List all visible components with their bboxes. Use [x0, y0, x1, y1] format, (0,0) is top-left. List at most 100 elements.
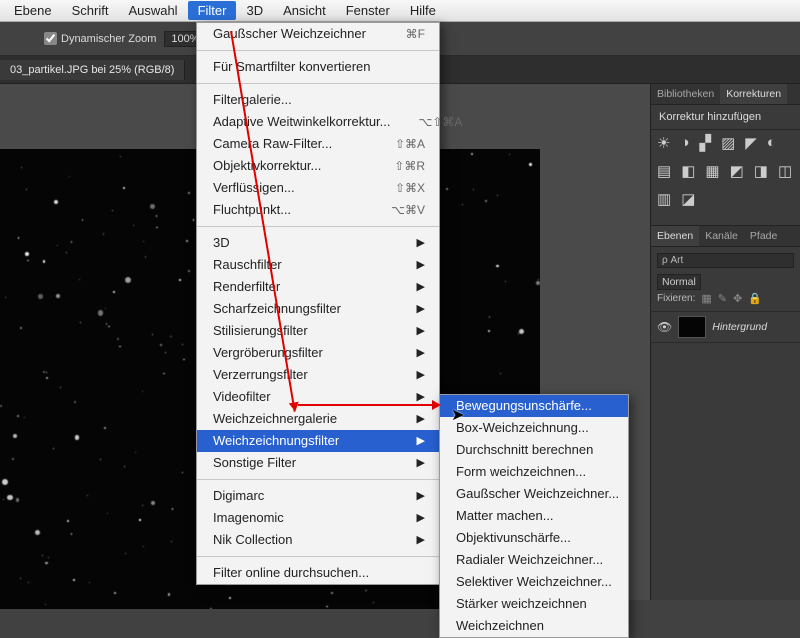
particle-dot: [133, 225, 134, 226]
adjustment-icon[interactable]: ◧: [681, 162, 695, 180]
menu-ansicht[interactable]: Ansicht: [273, 1, 336, 20]
particle-dot: [331, 592, 333, 594]
adjustment-icon[interactable]: ☀: [657, 134, 670, 152]
particle-dot: [188, 192, 190, 194]
blur-submenu-item[interactable]: Gaußscher Weichzeichner...: [440, 483, 628, 505]
menu-hilfe[interactable]: Hilfe: [400, 1, 446, 20]
particle-dot: [183, 359, 185, 361]
submenu-arrow-icon: ▶: [417, 432, 425, 450]
adjustment-icon[interactable]: ◪: [681, 190, 695, 208]
particle-dot: [125, 553, 126, 554]
lock-move-icon[interactable]: ✥: [733, 292, 742, 305]
tab-korrekturen[interactable]: Korrekturen: [720, 84, 787, 104]
adjustment-icon[interactable]: ▥: [657, 190, 671, 208]
filter-menu-item[interactable]: Digimarc▶: [197, 485, 439, 507]
adjustment-icon[interactable]: ▦: [705, 162, 719, 180]
particle-dot: [5, 297, 6, 298]
dynamic-zoom-label: Dynamischer Zoom: [61, 33, 156, 45]
adjustment-icon[interactable]: ▨: [721, 134, 735, 152]
filter-menu-item[interactable]: Für Smartfilter konvertieren: [197, 56, 439, 78]
menu-filter[interactable]: Filter: [188, 1, 237, 20]
menu-separator: [197, 479, 439, 480]
menu-item-label: Gaußscher Weichzeichner...: [456, 485, 619, 503]
filter-menu-item[interactable]: Verflüssigen...⇧⌘X: [197, 177, 439, 199]
particle-dot: [145, 256, 147, 258]
menu-3d[interactable]: 3D: [236, 1, 273, 20]
menu-item-label: Camera Raw-Filter...: [213, 135, 332, 153]
menu-item-label: Sonstige Filter: [213, 454, 296, 472]
lock-pixels-icon[interactable]: ▦: [701, 292, 711, 305]
adjustment-icon[interactable]: ◨: [754, 162, 768, 180]
particle-dot: [28, 582, 30, 584]
adjustment-icon[interactable]: ▞: [700, 134, 712, 152]
filter-menu-item[interactable]: Filtergalerie...: [197, 89, 439, 111]
adjustment-icon[interactable]: ◐: [767, 134, 776, 152]
menu-schrift[interactable]: Schrift: [62, 1, 119, 20]
filter-menu-item[interactable]: Filter online durchsuchen...: [197, 562, 439, 584]
blur-submenu-item[interactable]: Radialer Weichzeichner...: [440, 549, 628, 571]
adjustment-icon[interactable]: ◩: [730, 162, 744, 180]
lock-all-icon[interactable]: 🔒: [748, 292, 762, 305]
particle-dot: [519, 329, 524, 334]
filter-menu-item[interactable]: Fluchtpunkt...⌥⌘V: [197, 199, 439, 221]
filter-menu-item[interactable]: Rauschfilter▶: [197, 254, 439, 276]
blur-submenu-item[interactable]: Matter machen...: [440, 505, 628, 527]
blur-submenu-item[interactable]: Box-Weichzeichnung...: [440, 417, 628, 439]
blur-submenu-item[interactable]: Weichzeichnen: [440, 615, 628, 637]
filter-menu-item[interactable]: Vergröberungsfilter▶: [197, 342, 439, 364]
filter-menu-item[interactable]: Weichzeichnergalerie▶: [197, 408, 439, 430]
adjustment-icon[interactable]: ◫: [778, 162, 792, 180]
particle-dot: [170, 336, 171, 337]
menu-auswahl[interactable]: Auswahl: [118, 1, 187, 20]
blur-submenu-item[interactable]: Objektivunschärfe...: [440, 527, 628, 549]
adjustment-icon[interactable]: ◑: [680, 134, 689, 152]
tab-pfade[interactable]: Pfade: [744, 226, 783, 246]
blur-submenu-item[interactable]: Bewegungsunschärfe...: [440, 395, 628, 417]
adjustment-icon[interactable]: ◤: [745, 134, 757, 152]
document-tab[interactable]: 03_partikel.JPG bei 25% (RGB/8): [0, 60, 185, 80]
filter-menu-item[interactable]: Camera Raw-Filter...⇧⌘A: [197, 133, 439, 155]
particle-dot: [529, 163, 531, 165]
particle-dot: [210, 608, 212, 609]
tab-kanaele[interactable]: Kanäle: [699, 226, 744, 246]
blur-submenu-item[interactable]: Form weichzeichnen...: [440, 461, 628, 483]
filter-menu-item[interactable]: Renderfilter▶: [197, 276, 439, 298]
menu-ebene[interactable]: Ebene: [4, 1, 62, 20]
filter-menu-item[interactable]: Imagenomic▶: [197, 507, 439, 529]
adjustment-icon[interactable]: ▤: [657, 162, 671, 180]
tab-bibliotheken[interactable]: Bibliotheken: [651, 84, 720, 104]
layer-name[interactable]: Hintergrund: [712, 321, 767, 333]
dynamic-zoom-input[interactable]: [44, 32, 57, 45]
blend-mode-select[interactable]: Normal: [657, 274, 701, 290]
particle-dot: [509, 154, 510, 155]
filter-menu-item[interactable]: 3D▶: [197, 232, 439, 254]
particle-dot: [488, 330, 490, 332]
filter-menu-item[interactable]: Verzerrungsfilter▶: [197, 364, 439, 386]
layer-row-background[interactable]: 👁 Hintergrund: [651, 311, 800, 343]
blur-submenu-item[interactable]: Durchschnitt berechnen: [440, 439, 628, 461]
layer-thumbnail[interactable]: [678, 316, 706, 338]
menu-fenster[interactable]: Fenster: [336, 1, 400, 20]
visibility-eye-icon[interactable]: 👁: [657, 320, 672, 334]
annotation-arrowhead-1: [289, 402, 300, 413]
menu-item-label: Form weichzeichnen...: [456, 463, 586, 481]
filter-menu-item[interactable]: Scharfzeichnungsfilter▶: [197, 298, 439, 320]
filter-menu-item[interactable]: Objektivkorrektur...⇧⌘R: [197, 155, 439, 177]
particle-dot: [142, 391, 143, 392]
dynamic-zoom-checkbox[interactable]: Dynamischer Zoom: [44, 32, 156, 45]
tab-ebenen[interactable]: Ebenen: [651, 226, 699, 246]
menu-item-shortcut: ⌥⌘V: [391, 201, 425, 219]
filter-menu-item[interactable]: Sonstige Filter▶: [197, 452, 439, 474]
blur-submenu-item[interactable]: Stärker weichzeichnen: [440, 593, 628, 615]
layer-filter-kind[interactable]: ρ Art: [657, 253, 794, 268]
particle-dot: [16, 498, 20, 502]
lock-brush-icon[interactable]: ✎: [718, 292, 727, 305]
filter-menu-item[interactable]: Nik Collection▶: [197, 529, 439, 551]
particle-dot: [496, 265, 498, 267]
particle-dot: [497, 195, 498, 196]
filter-menu-item[interactable]: Stilisierungsfilter▶: [197, 320, 439, 342]
blur-submenu-item[interactable]: Selektiver Weichzeichner...: [440, 571, 628, 593]
filter-menu-item[interactable]: Adaptive Weitwinkelkorrektur...⌥⇧⌘A: [197, 111, 439, 133]
particle-dot: [13, 434, 17, 438]
filter-menu-item[interactable]: Weichzeichnungsfilter▶: [197, 430, 439, 452]
